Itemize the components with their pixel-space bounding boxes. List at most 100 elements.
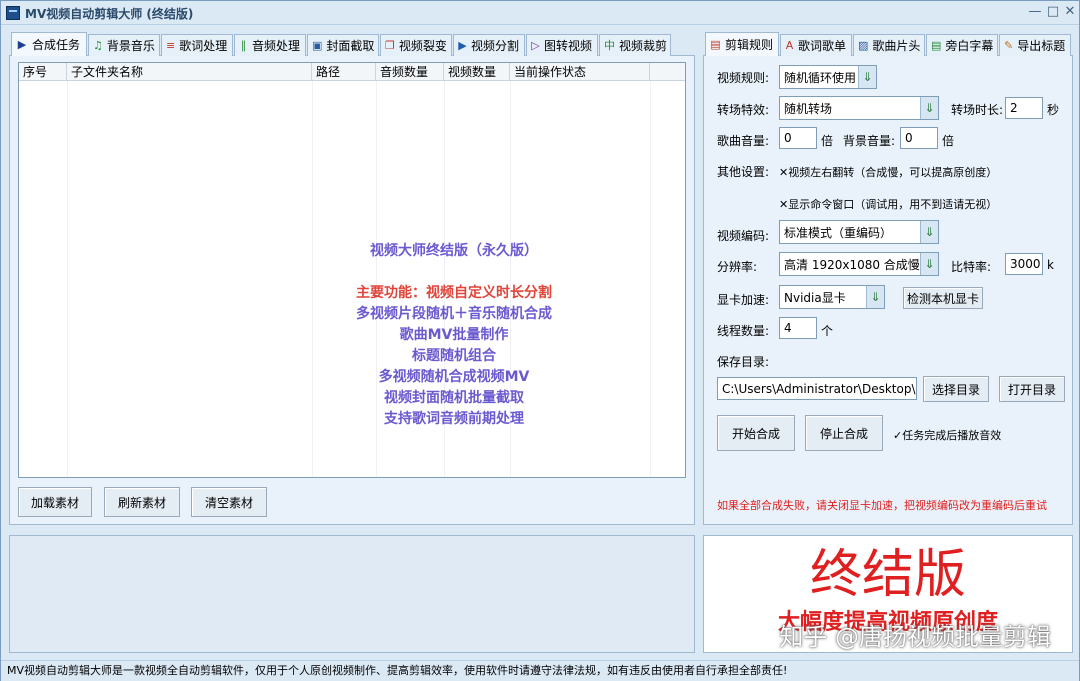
save-dir-input[interactable]: C:\Users\Administrator\Desktop\分割	[717, 377, 917, 400]
tab-left-tabs-1[interactable]: ♫ 背景音乐	[88, 34, 160, 56]
tab-label: 歌曲片头	[872, 39, 921, 53]
transition-duration-label: 转场时长:	[951, 103, 1004, 117]
codec-select[interactable]: 标准模式（重编码） ⇓	[779, 220, 939, 244]
split-icon: ❐	[385, 38, 395, 52]
tab-left-tabs-5[interactable]: ❐ 视频裂变	[380, 34, 452, 56]
col-status[interactable]: 当前操作状态	[510, 63, 650, 80]
detect-gpu-button[interactable]: 检测本机显卡	[903, 287, 983, 309]
tab-left-tabs-2[interactable]: ≡ 歌词处理	[161, 34, 233, 56]
transition-label: 转场特效:	[717, 103, 770, 117]
threads-label: 线程数量:	[717, 324, 770, 338]
transition-value: 随机转场	[784, 101, 833, 116]
show-cmd-checkbox[interactable]: ✕显示命令窗口（调试用，用不到适请无视）	[779, 196, 997, 212]
dropdown-arrow-icon: ⇓	[920, 221, 938, 243]
resolution-select[interactable]: 高清 1920x1080 合成慢 ⇓	[779, 252, 939, 276]
bg-volume-label: 背景音量:	[843, 134, 896, 148]
dropdown-arrow-icon: ⇓	[920, 253, 938, 275]
threads-input[interactable]: 4	[779, 317, 817, 339]
dropdown-arrow-icon: ⇓	[858, 66, 876, 88]
col-folder-name[interactable]: 子文件夹名称	[67, 63, 312, 80]
bg-volume-input[interactable]: 0	[900, 127, 938, 149]
clear-material-button[interactable]: 清空素材	[191, 487, 267, 517]
tab-left-tabs-7[interactable]: ▷ 图转视频	[526, 34, 598, 56]
col-path[interactable]: 路径	[312, 63, 376, 80]
maximize-icon[interactable]: □	[1045, 4, 1061, 20]
rules-icon: ▤	[710, 37, 721, 51]
app-window: MV视频自动剪辑大师 (终结版) — □ ✕ ▶ 合成任务 ♫ 背景音乐 ≡ 歌词处理 ∥ 音…	[0, 0, 1080, 681]
table-header: 序号 子文件夹名称 路径 音频数量 视频数量 当前操作状态	[19, 63, 685, 81]
task-table[interactable]: 序号 子文件夹名称 路径 音频数量 视频数量 当前操作状态 视频大师终结版（永久…	[18, 62, 686, 478]
promo-feature: 标题随机组合	[412, 348, 496, 364]
codec-label: 视频编码:	[717, 229, 770, 243]
right-panel	[703, 55, 1073, 525]
tab-left-tabs-4[interactable]: ▣ 封面截取	[307, 34, 379, 56]
close-icon[interactable]: ✕	[1062, 4, 1078, 20]
tab-left-tabs-3[interactable]: ∥ 音频处理	[234, 34, 306, 56]
tab-right-tabs-2[interactable]: ▨ 歌曲片头	[853, 34, 925, 56]
warning-text: 如果全部合成失败，请关闭显卡加速，把视频编码改为重编码后重试	[717, 499, 1047, 512]
promo-main-feature: 主要功能：视频自定义时长分割	[356, 285, 552, 301]
edit-icon: ✎	[1004, 38, 1014, 52]
gpu-select[interactable]: Nvidia显卡 ⇓	[779, 285, 885, 309]
song-volume-input[interactable]: 0	[779, 127, 817, 149]
document-icon: ▤	[931, 38, 942, 52]
tab-right-tabs-1[interactable]: A 歌词歌单	[780, 34, 852, 56]
music-note-icon: ♫	[93, 38, 103, 52]
dropdown-arrow-icon: ⇓	[920, 97, 938, 119]
tab-label: 封面截取	[326, 39, 375, 53]
bitrate-unit: k	[1047, 258, 1054, 272]
font-icon: A	[785, 38, 794, 52]
tab-left-tabs-8[interactable]: 中视频裁剪	[599, 34, 671, 56]
title-bar: MV视频自动剪辑大师 (终结版) — □ ✕	[1, 1, 1079, 25]
promo-title: 视频大师终结版（永久版）	[370, 243, 538, 259]
gpu-label: 显卡加速:	[717, 293, 770, 307]
tab-left-tabs-6[interactable]: ▶ 视频分割	[453, 34, 525, 56]
codec-value: 标准模式（重编码）	[784, 225, 893, 240]
col-audio-count[interactable]: 音频数量	[376, 63, 444, 80]
play-sound-checkbox[interactable]: ✓任务完成后播放音效	[893, 427, 1001, 443]
tab-left-tabs-0[interactable]: ▶ 合成任务	[11, 32, 87, 56]
window-title: MV视频自动剪辑大师 (终结版)	[25, 7, 194, 21]
promo-feature: 多视频随机合成视频MV	[378, 369, 530, 385]
crop-icon: 中	[604, 38, 615, 52]
choose-dir-button[interactable]: 选择目录	[923, 376, 989, 402]
gpu-value: Nvidia显卡	[784, 290, 846, 305]
song-volume-unit: 倍	[821, 134, 834, 148]
left-tab-bar: ▶ 合成任务 ♫ 背景音乐 ≡ 歌词处理 ∥ 音频处理 ▣ 封面截取 ❐ 视频裂变 ▶ 视频分割 ▷ 图转视频…	[11, 32, 672, 56]
tab-label: 导出标题	[1017, 39, 1066, 53]
minimize-icon[interactable]: —	[1027, 4, 1043, 20]
tab-label: 视频分割	[470, 39, 519, 53]
image-icon: ▣	[312, 38, 323, 52]
video-rule-label: 视频规则:	[717, 71, 770, 85]
seconds-unit: 秒	[1047, 103, 1060, 117]
load-material-button[interactable]: 加载素材	[18, 487, 92, 517]
song-volume-label: 歌曲音量:	[717, 134, 770, 148]
play-icon: ▶	[17, 37, 27, 51]
open-dir-button[interactable]: 打开目录	[999, 376, 1065, 402]
bitrate-input[interactable]: 3000	[1005, 253, 1043, 275]
col-index[interactable]: 序号	[19, 63, 67, 80]
start-compose-button[interactable]: 开始合成	[717, 415, 795, 451]
tab-label: 剪辑规则	[724, 38, 773, 52]
tab-right-tabs-4[interactable]: ✎ 导出标题	[999, 34, 1071, 56]
bg-volume-unit: 倍	[942, 134, 955, 148]
tab-label: 歌词歌单	[797, 39, 846, 53]
col-video-count[interactable]: 视频数量	[444, 63, 510, 80]
video-rule-select[interactable]: 随机循环使用 ⇓	[779, 65, 877, 89]
log-panel	[9, 535, 695, 653]
audio-wave-icon: ∥	[240, 38, 247, 52]
slideshow-icon: ▷	[531, 38, 540, 52]
refresh-material-button[interactable]: 刷新素材	[104, 487, 180, 517]
tab-right-tabs-3[interactable]: ▤ 旁白字幕	[926, 34, 998, 56]
flip-video-checkbox[interactable]: ✕视频左右翻转（合成慢，可以提高原创度）	[779, 164, 997, 180]
tab-label: 歌词处理	[179, 39, 228, 53]
transition-duration-input[interactable]: 2	[1005, 97, 1043, 119]
tab-right-tabs-0[interactable]: ▤ 剪辑规则	[705, 32, 779, 56]
transition-select[interactable]: 随机转场 ⇓	[779, 96, 939, 120]
tab-label: 视频裁剪	[619, 39, 668, 53]
promo-feature: 歌曲MV批量制作	[399, 327, 509, 343]
video-rule-value: 随机循环使用	[784, 70, 857, 85]
status-bar: MV视频自动剪辑大师是一款视频全自动剪辑软件，仅用于个人原创视频制作、提高剪辑效…	[1, 660, 1079, 681]
stop-compose-button[interactable]: 停止合成	[805, 415, 883, 451]
banner-title: 终结版	[809, 545, 966, 605]
